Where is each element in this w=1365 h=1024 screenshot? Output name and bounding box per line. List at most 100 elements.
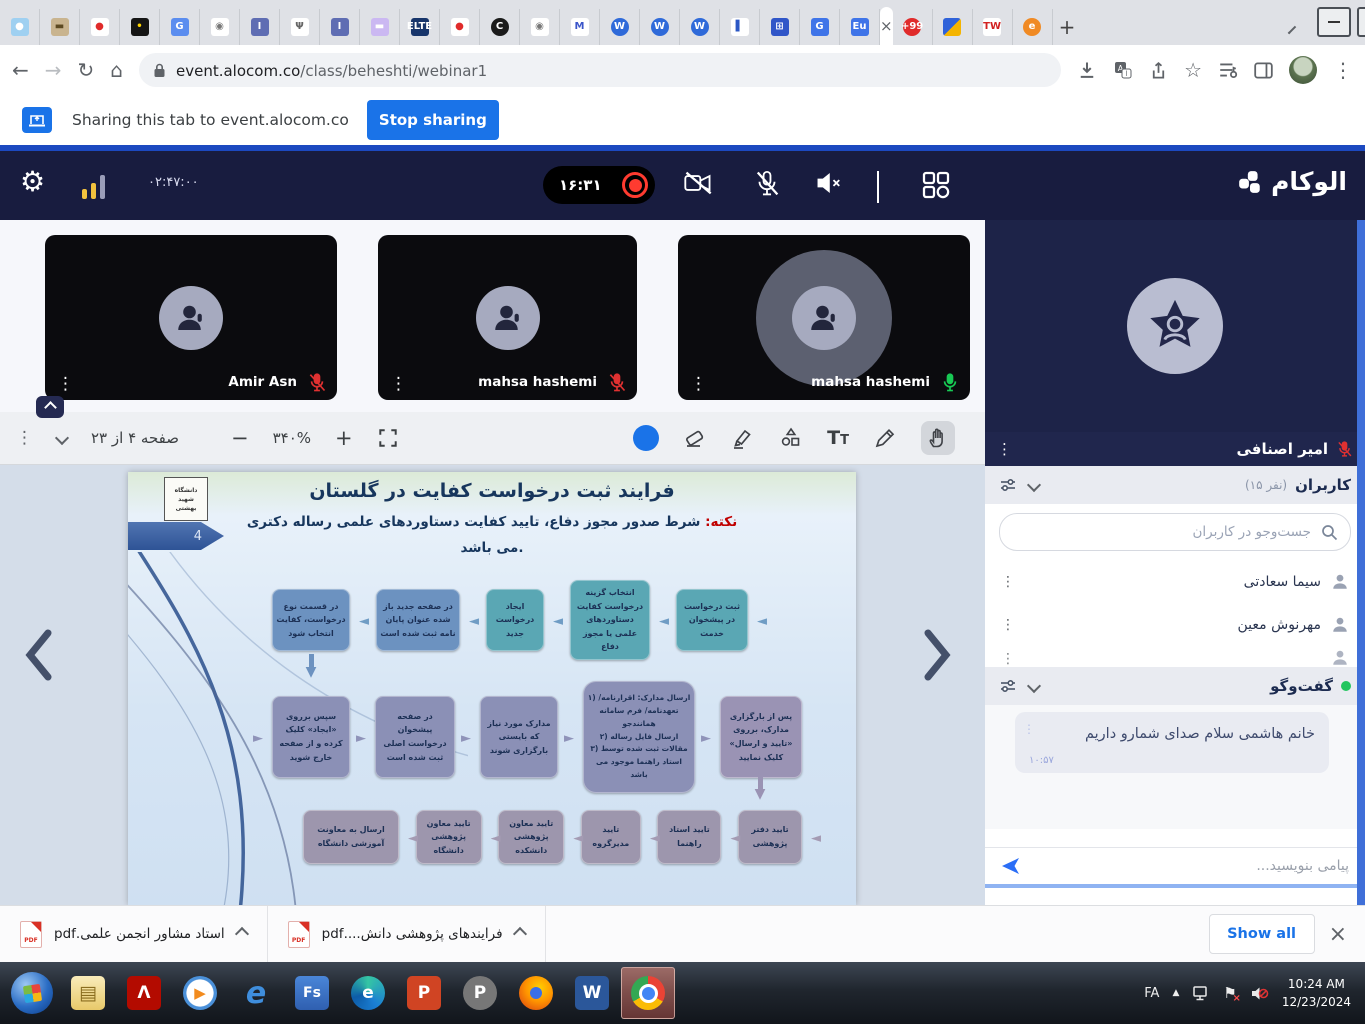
stop-sharing-button[interactable]: Stop sharing [367, 100, 499, 140]
back-icon[interactable]: ← [12, 58, 29, 82]
browser-tab[interactable]: TW [973, 9, 1013, 45]
user-menu-icon[interactable]: ⋮ [1001, 651, 1015, 667]
taskbar-app-icon[interactable]: Fs [285, 967, 339, 1019]
browser-tab[interactable]: ● [0, 9, 40, 45]
browser-tab[interactable]: ◉ [520, 9, 560, 45]
page-dropdown-chevron-icon[interactable] [55, 431, 69, 445]
download-options-chevron-icon[interactable] [512, 927, 526, 941]
taskbar-app-icon[interactable]: ▶ [173, 967, 227, 1019]
zoom-in-button[interactable]: + [335, 426, 353, 450]
tab-list-chevron-icon[interactable] [1288, 26, 1296, 34]
participant-tile[interactable]: ⋮ Amir Asn [45, 235, 337, 400]
taskbar-app-icon[interactable]: P [453, 967, 507, 1019]
taskbar-app-icon[interactable]: e [341, 967, 395, 1019]
browser-tab[interactable]: C [480, 9, 520, 45]
layout-grid-icon[interactable] [920, 169, 952, 201]
tab-close-icon[interactable]: × [880, 17, 893, 35]
browser-menu-icon[interactable]: ⋮ [1333, 58, 1353, 82]
download-item[interactable]: PDF فرایندهای پژوهشی دانش....pdf [268, 906, 546, 962]
mic-off-icon[interactable] [753, 169, 781, 199]
action-center-flag-icon[interactable]: ⚑× [1223, 984, 1236, 1002]
shapes-icon[interactable] [779, 426, 803, 450]
taskbar-app-icon[interactable] [5, 967, 59, 1019]
browser-tab[interactable]: Eu [840, 9, 880, 45]
restore-button[interactable] [1357, 7, 1365, 37]
browser-tab[interactable]: • [120, 9, 160, 45]
recording-indicator[interactable]: ۱۶:۳۱ [543, 166, 655, 204]
address-bar[interactable]: event.alocom.co/class/beheshti/webinar1 [139, 53, 1061, 87]
speaker-muted-icon[interactable] [815, 169, 845, 197]
browser-tab[interactable]: ELTE [400, 9, 440, 45]
pdf-menu-icon[interactable]: ⋮ [16, 428, 33, 448]
tile-menu-icon[interactable]: ⋮ [690, 374, 707, 394]
browser-tab[interactable]: ▬ [40, 9, 80, 45]
eraser-icon[interactable] [683, 426, 707, 450]
active-tab[interactable]: × [880, 7, 893, 45]
forward-icon[interactable]: → [45, 58, 62, 82]
clock[interactable]: 10:24 AM 12/23/2024 [1282, 975, 1351, 1011]
bookmark-star-icon[interactable]: ☆ [1184, 58, 1202, 82]
users-collapse-chevron-icon[interactable] [1027, 478, 1041, 492]
send-icon[interactable] [999, 857, 1021, 875]
tile-menu-icon[interactable]: ⋮ [390, 374, 407, 394]
camera-off-icon[interactable] [683, 169, 713, 197]
browser-tab[interactable]: ▬ [360, 9, 400, 45]
fullscreen-icon[interactable] [377, 427, 399, 449]
prev-page-icon[interactable] [20, 625, 58, 685]
settings-gear-icon[interactable]: ⚙ [20, 165, 45, 198]
show-all-downloads-button[interactable]: Show all [1209, 914, 1315, 954]
close-downloads-icon[interactable]: × [1329, 922, 1347, 947]
taskbar-app-icon[interactable]: e [229, 967, 283, 1019]
new-tab-button[interactable]: + [1059, 12, 1076, 42]
language-indicator[interactable]: FA [1144, 986, 1159, 1001]
download-item[interactable]: PDF استاد مشاور انجمن علمی.pdf [0, 906, 268, 962]
connection-signal-icon[interactable] [82, 173, 105, 199]
zoom-out-button[interactable]: − [231, 426, 249, 450]
user-row[interactable]: مهرنوش معین ⋮ [985, 603, 1365, 646]
chat-collapse-chevron-icon[interactable] [1027, 679, 1041, 693]
browser-tab[interactable]: W [680, 9, 720, 45]
user-search-input[interactable] [1012, 523, 1313, 541]
browser-tab[interactable]: W [600, 9, 640, 45]
taskbar-app-icon[interactable]: P [397, 967, 451, 1019]
highlighter-icon[interactable] [731, 426, 755, 450]
chat-message[interactable]: خانم هاشمی سلام صدای شمارو داریم ۱۰:۵۷ ⋮ [1015, 712, 1329, 773]
side-panel-icon[interactable] [1254, 62, 1273, 79]
taskbar-app-icon[interactable] [509, 967, 563, 1019]
next-page-icon[interactable] [918, 625, 956, 685]
user-row[interactable]: سیما سعادتی ⋮ [985, 560, 1365, 603]
browser-tab[interactable]: ● [440, 9, 480, 45]
browser-tab[interactable]: e [1013, 9, 1053, 45]
color-picker-button[interactable] [633, 425, 659, 451]
browser-tab[interactable]: M [560, 9, 600, 45]
download-icon[interactable] [1077, 60, 1097, 80]
browser-tab[interactable]: I [320, 9, 360, 45]
sidebar-scrollbar[interactable] [1357, 220, 1365, 905]
browser-tab[interactable]: G [160, 9, 200, 45]
users-filter-icon[interactable] [999, 477, 1017, 493]
network-icon[interactable] [1192, 985, 1210, 1002]
taskbar-app-icon[interactable]: W [565, 967, 619, 1019]
hand-tool-icon[interactable] [921, 421, 955, 455]
message-menu-icon[interactable]: ⋮ [1023, 722, 1035, 736]
translate-icon[interactable]: Aا [1113, 60, 1133, 80]
taskbar-app-icon[interactable]: Λ [117, 967, 171, 1019]
browser-tab[interactable] [933, 9, 973, 45]
participant-tile[interactable]: ⋮ mahsa hashemi [678, 235, 970, 400]
browser-tab[interactable]: G [800, 9, 840, 45]
participant-tile[interactable]: ⋮ mahsa hashemi [378, 235, 637, 400]
reload-icon[interactable]: ↻ [78, 58, 95, 82]
browser-tab[interactable]: ⊞ [760, 9, 800, 45]
chat-filter-icon[interactable] [999, 678, 1017, 694]
text-tool-icon[interactable]: TT [827, 427, 849, 449]
pencil-icon[interactable] [873, 426, 897, 450]
taskbar-app-icon[interactable] [621, 967, 675, 1019]
user-search-box[interactable] [999, 513, 1351, 551]
download-options-chevron-icon[interactable] [235, 927, 249, 941]
chat-message-input[interactable] [1021, 857, 1351, 875]
browser-tab[interactable]: ▌ [720, 9, 760, 45]
collapse-strip-button[interactable] [36, 396, 64, 418]
chat-section-header[interactable]: گفت‌وگو [985, 667, 1365, 705]
browser-tab[interactable]: +99 [893, 9, 933, 45]
home-icon[interactable]: ⌂ [110, 58, 123, 82]
